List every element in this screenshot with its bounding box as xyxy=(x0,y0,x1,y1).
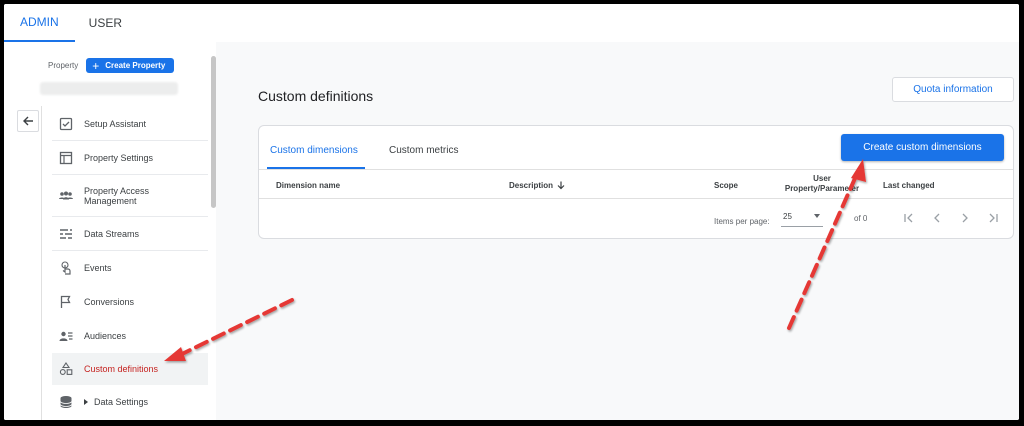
admin-sidebar: Property + Create Property Setup Assista… xyxy=(4,42,216,420)
page-title: Custom definitions xyxy=(258,88,374,104)
sidebar-item-label: Custom definitions xyxy=(84,364,159,374)
sidebar-item-label: Property Settings xyxy=(84,152,154,163)
first-page-icon xyxy=(904,213,913,223)
sidebar-scrollbar[interactable] xyxy=(211,56,216,208)
column-header-label: Description xyxy=(509,181,554,190)
sidebar-item-data-settings[interactable]: Data Settings xyxy=(52,385,208,419)
sidebar-item-data-streams[interactable]: Data Streams xyxy=(52,217,208,251)
sidebar-item-conversions[interactable]: Conversions xyxy=(52,285,208,319)
sidebar-item-setup-assistant[interactable]: Setup Assistant xyxy=(52,107,208,141)
column-header-scope[interactable]: Scope xyxy=(714,181,738,190)
touch-icon xyxy=(58,260,74,276)
tab-custom-dimensions[interactable]: Custom dimensions xyxy=(270,145,358,156)
items-per-page-label: Items per page: xyxy=(714,217,770,226)
top-tab-bar: ADMIN USER xyxy=(4,4,1019,42)
create-property-button[interactable]: + Create Property xyxy=(86,58,175,73)
items-per-page-value: 25 xyxy=(783,212,792,221)
chevron-left-icon xyxy=(934,213,940,223)
sidebar-item-label: Conversions xyxy=(84,297,135,307)
flag-icon xyxy=(58,294,74,310)
property-label: Property xyxy=(48,61,79,70)
tab-user[interactable]: USER xyxy=(75,4,136,42)
caret-right-icon xyxy=(84,399,88,405)
arrow-left-icon xyxy=(23,116,33,126)
sort-arrow-down-icon xyxy=(557,181,565,190)
streams-icon xyxy=(58,226,74,242)
pagination-range: of 0 xyxy=(854,214,868,223)
property-name-redacted xyxy=(40,82,178,95)
shapes-icon xyxy=(58,361,74,377)
database-icon xyxy=(58,394,74,410)
sidebar-item-label: Data Streams xyxy=(84,228,140,239)
column-header-dimension-name[interactable]: Dimension name xyxy=(276,181,340,190)
header-divider xyxy=(259,198,1013,199)
tabs-divider xyxy=(259,169,1013,170)
previous-page-button[interactable] xyxy=(929,210,945,226)
window-icon xyxy=(58,150,74,166)
sidebar-item-custom-definitions[interactable]: Custom definitions xyxy=(52,353,208,385)
app-window: ADMIN USER Property + Create Property Se… xyxy=(4,4,1019,420)
sidebar-item-label: Setup Assistant xyxy=(84,118,147,129)
next-page-button[interactable] xyxy=(957,210,973,226)
last-page-icon xyxy=(989,213,998,223)
sidebar-item-events[interactable]: Events xyxy=(52,251,208,285)
column-header-last-changed[interactable]: Last changed xyxy=(883,181,935,190)
sidebar-item-property-settings[interactable]: Property Settings xyxy=(52,141,208,175)
create-property-label: Create Property xyxy=(105,61,166,70)
sidebar-item-label: Events xyxy=(84,263,112,273)
audience-icon xyxy=(58,328,74,344)
chevron-right-icon xyxy=(962,213,968,223)
plus-icon: + xyxy=(92,58,100,73)
quota-information-button[interactable]: Quota information xyxy=(892,77,1014,102)
sidebar-item-label: Property Access Management xyxy=(84,185,150,206)
tab-custom-metrics[interactable]: Custom metrics xyxy=(389,145,458,156)
create-custom-dimensions-button[interactable]: Create custom dimensions xyxy=(841,134,1004,161)
custom-definitions-card: Custom dimensions Custom metrics Create … xyxy=(258,125,1014,239)
sidebar-item-audiences[interactable]: Audiences xyxy=(52,319,208,353)
property-row: Property + Create Property xyxy=(48,58,175,73)
sidebar-item-label: Data Settings xyxy=(94,397,149,407)
items-per-page-select[interactable]: 25 xyxy=(781,209,823,227)
column-header-description[interactable]: Description xyxy=(509,181,565,190)
sidebar-item-property-access-management[interactable]: Property Access Management xyxy=(52,175,208,217)
first-page-button[interactable] xyxy=(901,210,917,226)
checkbox-icon xyxy=(58,116,74,132)
back-button[interactable] xyxy=(17,110,39,132)
dropdown-caret-icon xyxy=(814,214,820,218)
sidebar-item-label: Audiences xyxy=(84,331,127,341)
last-page-button[interactable] xyxy=(985,210,1001,226)
sidebar-divider xyxy=(41,106,42,420)
people-icon xyxy=(58,188,74,204)
column-header-user-property[interactable]: User Property/Parameter xyxy=(779,174,865,194)
tab-admin[interactable]: ADMIN xyxy=(4,4,75,42)
